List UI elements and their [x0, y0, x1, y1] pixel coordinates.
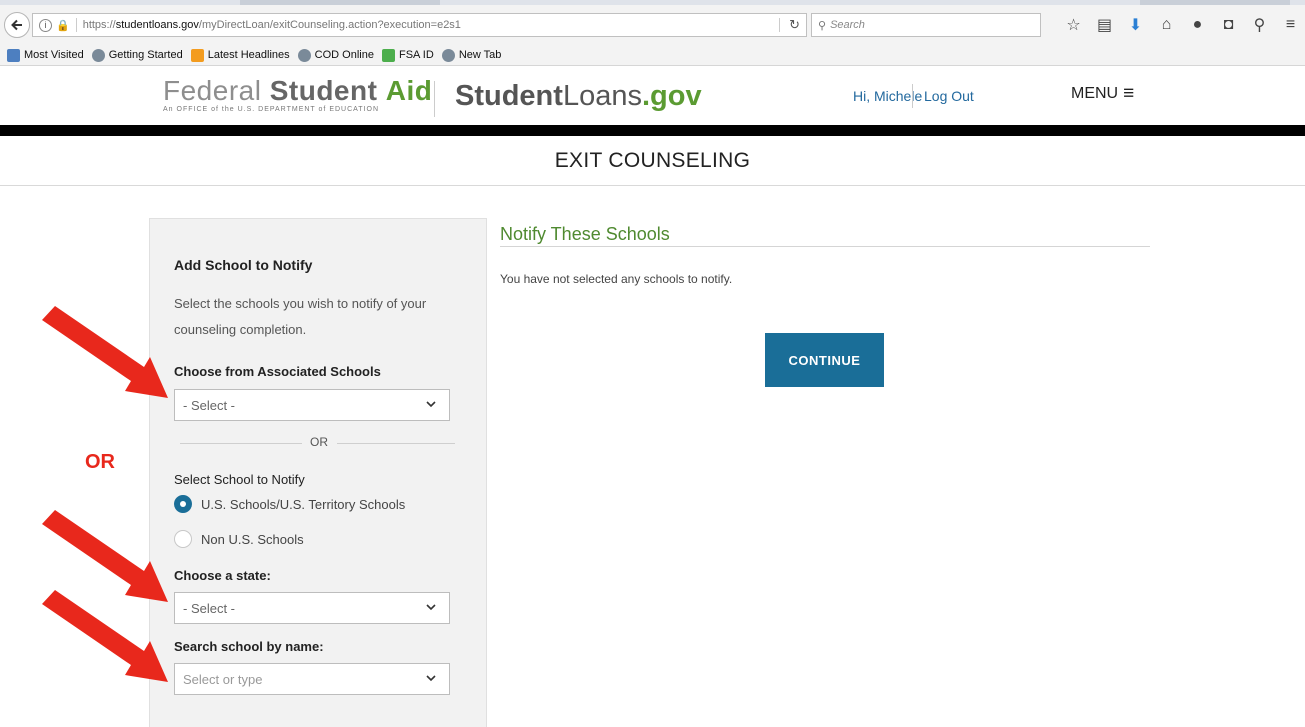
radio-us-label: U.S. Schools/U.S. Territory Schools [201, 496, 406, 512]
radio-non-us-schools[interactable]: Non U.S. Schools [174, 530, 304, 548]
state-label: Choose a state: [174, 568, 271, 583]
header-separator [912, 84, 913, 108]
or-line-left [180, 443, 302, 444]
bookmark-label: Getting Started [108, 49, 183, 61]
radio-non-us-label: Non U.S. Schools [201, 531, 304, 547]
studentloans-logo[interactable]: StudentLoans.gov [455, 80, 702, 112]
chevron-down-icon [426, 675, 436, 682]
title-divider [0, 185, 1305, 186]
reload-icon[interactable]: ↻ [789, 17, 800, 33]
browser-toolbar-icons: ☆ ▤ ⬇ ⌂ ● ◘ ⚲ ≡ [1058, 13, 1305, 37]
bookmark-label: New Tab [458, 49, 502, 61]
site-header: Federal Student Aid An OFFICE of the U.S… [0, 67, 1305, 125]
search-placeholder: Search [830, 19, 865, 31]
menu-button[interactable]: MENU ≡ [1071, 83, 1135, 104]
logo-divider [434, 81, 435, 117]
bookmark-label: FSA ID [398, 49, 434, 61]
bookmark-getting-started[interactable]: Getting Started [91, 48, 183, 62]
bookmark-label: Most Visited [24, 49, 84, 61]
school-name-combobox[interactable]: Select or type [174, 663, 450, 695]
hamburger-menu-icon[interactable]: ≡ [1275, 16, 1305, 34]
green-box-icon [381, 48, 395, 62]
bookmark-new-tab[interactable]: New Tab [441, 48, 502, 62]
chevron-down-icon [426, 401, 436, 408]
globe-icon [441, 48, 455, 62]
search-icon: ⚲ [818, 19, 827, 32]
globe-icon [91, 48, 105, 62]
logout-link[interactable]: Log Out [924, 88, 974, 104]
notify-schools-heading: Notify These Schools [500, 224, 670, 244]
rss-icon [190, 48, 204, 62]
panel-description: Select the schools you wish to notify of… [174, 296, 427, 337]
panel-title: Add School to Notify [174, 257, 313, 273]
info-icon[interactable]: i [39, 18, 52, 32]
download-icon[interactable]: ⬇ [1120, 15, 1151, 35]
state-value: - Select - [183, 600, 236, 616]
or-divider-text: OR [310, 435, 328, 449]
bookmark-icon [7, 48, 20, 62]
bookmark-cod-online[interactable]: COD Online [297, 48, 374, 62]
home-icon[interactable]: ⌂ [1151, 16, 1182, 34]
bookmarks-bar: Most Visited Getting Started Latest Head… [0, 45, 1305, 66]
browser-search-field[interactable]: ⚲ Search [811, 13, 1041, 37]
globe-icon [297, 48, 311, 62]
radio-selected-icon [174, 495, 192, 513]
fsa-logo[interactable]: Federal Student Aid An OFFICE of the U.S… [163, 75, 433, 114]
bookmark-fsa-id[interactable]: FSA ID [381, 48, 434, 62]
browser-navbar: i 🔒 https://studentloans.gov/myDirectLoa… [0, 5, 1305, 45]
bookmark-star-icon[interactable]: ☆ [1058, 15, 1089, 35]
add-school-panel: Add School to Notify Select the schools … [149, 218, 487, 727]
pocket-icon[interactable]: ◘ [1213, 16, 1244, 34]
or-divider: OR [180, 435, 455, 451]
fsa-logo-text: Federal Student Aid [163, 75, 433, 106]
url-separator [75, 18, 77, 32]
state-select[interactable]: - Select - [174, 592, 450, 624]
reload-separator [779, 18, 780, 32]
back-arrow-icon [11, 19, 22, 31]
select-school-label: Select School to Notify [174, 472, 305, 487]
bookmark-label: COD Online [314, 49, 374, 61]
find-icon[interactable]: ⚲ [1244, 15, 1275, 35]
fsa-tagline: An OFFICE of the U.S. DEPARTMENT of EDUC… [163, 106, 380, 113]
url-text: https://studentloans.gov/myDirectLoan/ex… [82, 19, 461, 31]
or-annotation: OR [85, 451, 115, 473]
reading-list-icon[interactable]: ▤ [1089, 15, 1120, 35]
url-bar[interactable]: i 🔒 https://studentloans.gov/myDirectLoa… [32, 13, 807, 37]
chat-icon[interactable]: ● [1182, 16, 1213, 34]
radio-unselected-icon [174, 530, 192, 548]
associated-schools-value: - Select - [183, 397, 236, 413]
bookmark-label: Latest Headlines [207, 49, 290, 61]
header-black-bar [0, 125, 1305, 136]
chevron-down-icon [426, 604, 436, 611]
radio-us-schools[interactable]: U.S. Schools/U.S. Territory Schools [174, 495, 405, 513]
associated-schools-label: Choose from Associated Schools [174, 364, 381, 379]
bookmark-latest-headlines[interactable]: Latest Headlines [190, 48, 290, 62]
associated-schools-select[interactable]: - Select - [174, 389, 450, 421]
heading-divider [500, 246, 1150, 247]
or-line-right [337, 443, 455, 444]
school-name-placeholder: Select or type [183, 671, 263, 687]
no-schools-message: You have not selected any schools to not… [500, 272, 733, 286]
lock-icon: 🔒 [56, 19, 70, 32]
page-title: EXIT COUNSELING [554, 149, 751, 172]
hamburger-icon: ≡ [1123, 83, 1135, 104]
bookmark-most-visited[interactable]: Most Visited [7, 48, 84, 62]
continue-button[interactable]: CONTINUE [765, 333, 884, 387]
search-school-label: Search school by name: [174, 639, 324, 654]
back-button[interactable] [4, 12, 30, 38]
menu-label: MENU [1071, 85, 1119, 102]
